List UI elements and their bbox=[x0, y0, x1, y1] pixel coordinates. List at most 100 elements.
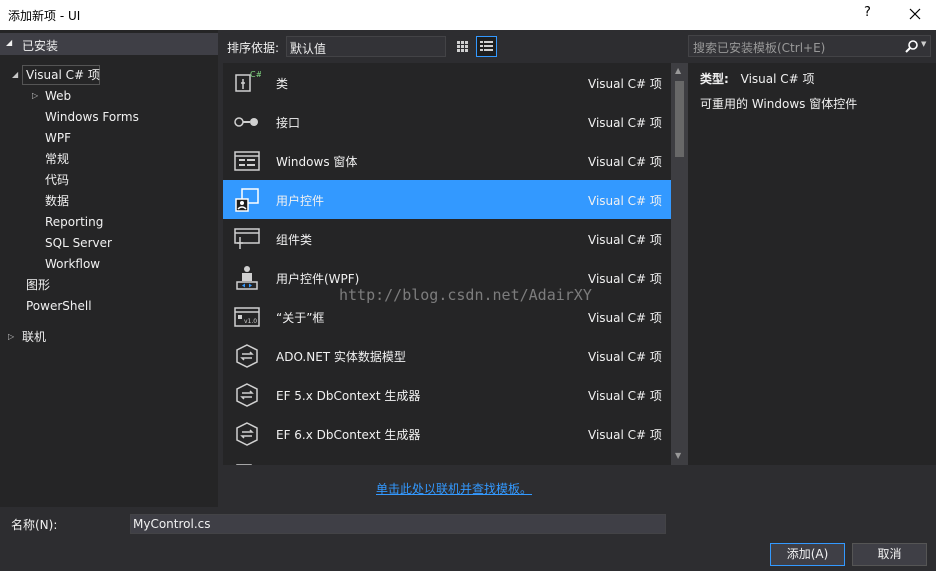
category-panel: ◢ 已安装 ◢ Visual C# 项 ▷ Web Windows Forms … bbox=[0, 30, 218, 507]
template-row-partial[interactable] bbox=[223, 453, 671, 465]
details-panel: 类型: Visual C# 项 可重用的 Windows 窗体控件 bbox=[688, 63, 936, 465]
template-row-windows-form[interactable]: Windows 窗体 Visual C# 项 bbox=[223, 141, 671, 180]
dropdown-arrow-icon: ▼ bbox=[290, 40, 297, 49]
tree-item-graphics[interactable]: 图形 bbox=[26, 275, 50, 295]
tree-item-general[interactable]: 常规 bbox=[45, 149, 69, 169]
tree-item-label: PowerShell bbox=[26, 299, 92, 313]
svg-text:v1.0: v1.0 bbox=[244, 318, 257, 325]
template-row-class[interactable]: C# 类 Visual C# 项 bbox=[223, 63, 671, 102]
template-name: 组件类 bbox=[276, 233, 313, 247]
tree-item-code[interactable]: 代码 bbox=[45, 170, 69, 190]
template-row-ef6-dbcontext[interactable]: EF 6.x DbContext 生成器 Visual C# 项 bbox=[223, 414, 671, 453]
sort-toolbar: 排序依据: 默认值 ▼ bbox=[222, 34, 670, 58]
type-line: 类型: Visual C# 项 bbox=[700, 70, 815, 87]
scroll-down-icon[interactable]: ▼ bbox=[675, 451, 681, 460]
template-row-ef5-dbcontext[interactable]: EF 5.x DbContext 生成器 Visual C# 项 bbox=[223, 375, 671, 414]
template-name: 用户控件 bbox=[276, 194, 325, 208]
template-row-user-control[interactable]: 用户控件 Visual C# 项 bbox=[223, 180, 671, 219]
search-box[interactable]: 搜索已安装模板(Ctrl+E) ▼ bbox=[688, 35, 931, 57]
title-bar: 添加新项 - UI ? bbox=[0, 0, 936, 30]
template-language: Visual C# 项 bbox=[588, 116, 662, 130]
sort-label: 排序依据: bbox=[227, 41, 280, 55]
small-icons-view-button[interactable] bbox=[452, 36, 473, 57]
template-name: “关于”框 bbox=[276, 311, 325, 325]
template-list: C# 类 Visual C# 项 接口 Visual C# 项 Windows … bbox=[223, 63, 671, 465]
template-name: ADO.NET 实体数据模型 bbox=[276, 350, 406, 364]
template-language: Visual C# 项 bbox=[588, 389, 662, 403]
tree-item-label: WPF bbox=[45, 131, 72, 145]
sort-dropdown[interactable]: 默认值 ▼ bbox=[286, 36, 446, 57]
watermark-text: http://blog.csdn.net/AdairXY bbox=[339, 286, 592, 304]
file-icon bbox=[236, 464, 252, 465]
tree-item-online[interactable]: ▷ 联机 bbox=[8, 327, 47, 347]
tree-item-windows-forms[interactable]: Windows Forms bbox=[45, 107, 139, 127]
template-row-interface[interactable]: 接口 Visual C# 项 bbox=[223, 102, 671, 141]
close-button[interactable] bbox=[904, 2, 926, 26]
name-field[interactable] bbox=[130, 514, 666, 534]
windows-form-icon bbox=[234, 151, 260, 171]
add-button[interactable]: 添加(A) bbox=[770, 543, 845, 566]
cancel-button[interactable]: 取消 bbox=[852, 543, 927, 566]
template-language: Visual C# 项 bbox=[588, 233, 662, 247]
interface-icon bbox=[234, 117, 258, 127]
tree-item-label: Workflow bbox=[45, 257, 101, 271]
template-name: EF 6.x DbContext 生成器 bbox=[276, 428, 421, 442]
tree-item-reporting[interactable]: Reporting bbox=[45, 212, 103, 232]
expanded-arrow-icon: ◢ bbox=[6, 38, 13, 47]
template-description: 可重用的 Windows 窗体控件 bbox=[700, 97, 858, 111]
tree-item-workflow[interactable]: Workflow bbox=[45, 254, 100, 274]
dbcontext-icon bbox=[236, 422, 258, 446]
grid-view-icon bbox=[457, 41, 468, 52]
tree-item-label: Windows Forms bbox=[45, 110, 139, 124]
scroll-up-icon[interactable]: ▲ bbox=[675, 66, 681, 75]
tree-item-powershell[interactable]: PowerShell bbox=[26, 296, 92, 316]
installed-label: 已安装 bbox=[22, 39, 59, 53]
user-control-icon bbox=[235, 188, 259, 212]
type-label: 类型: bbox=[700, 72, 729, 86]
tree-item-sql-server[interactable]: SQL Server bbox=[45, 233, 112, 253]
template-language: Visual C# 项 bbox=[588, 155, 662, 169]
template-language: Visual C# 项 bbox=[588, 311, 662, 325]
collapsed-arrow-icon[interactable]: ▷ bbox=[8, 327, 14, 347]
tree-item-visual-csharp[interactable]: ◢ Visual C# 项 bbox=[12, 65, 100, 85]
expanded-arrow-icon[interactable]: ◢ bbox=[12, 65, 18, 85]
template-row-entity-model[interactable]: ADO.NET 实体数据模型 Visual C# 项 bbox=[223, 336, 671, 375]
type-value: Visual C# 项 bbox=[740, 72, 815, 86]
tree-item-label: 图形 bbox=[26, 278, 51, 292]
search-icon[interactable] bbox=[905, 39, 919, 53]
tree-item-label: 数据 bbox=[45, 194, 70, 208]
template-language: Visual C# 项 bbox=[588, 272, 662, 286]
name-label: 名称(N): bbox=[11, 518, 58, 532]
help-button[interactable]: ? bbox=[864, 5, 871, 20]
window-title: 添加新项 - UI bbox=[8, 9, 81, 23]
template-language: Visual C# 项 bbox=[588, 428, 662, 442]
scrollbar-thumb[interactable] bbox=[675, 81, 684, 157]
template-name: EF 5.x DbContext 生成器 bbox=[276, 389, 421, 403]
template-name: 用户控件(WPF) bbox=[276, 272, 360, 286]
online-templates-link[interactable]: 单击此处以联机并查找模板。 bbox=[376, 480, 532, 497]
installed-section-header[interactable]: ◢ 已安装 bbox=[0, 33, 218, 55]
list-view-icon bbox=[480, 41, 493, 51]
template-name: Windows 窗体 bbox=[276, 155, 358, 169]
template-name: 接口 bbox=[276, 116, 301, 130]
template-name: 类 bbox=[276, 77, 289, 91]
search-placeholder: 搜索已安装模板(Ctrl+E) bbox=[693, 41, 826, 55]
tree-item-data[interactable]: 数据 bbox=[45, 191, 69, 211]
list-view-button[interactable] bbox=[476, 36, 497, 57]
tree-item-label: Web bbox=[45, 89, 72, 103]
tree-item-label: SQL Server bbox=[45, 236, 112, 250]
close-icon bbox=[909, 8, 921, 20]
svg-text:C#: C# bbox=[250, 70, 261, 79]
template-language: Visual C# 项 bbox=[588, 194, 662, 208]
tree-item-web[interactable]: ▷ Web bbox=[32, 86, 72, 106]
search-dropdown-icon[interactable]: ▼ bbox=[921, 40, 926, 48]
template-list-scrollbar[interactable]: ▲ ▼ bbox=[671, 63, 688, 465]
tree-item-wpf[interactable]: WPF bbox=[45, 128, 71, 148]
collapsed-arrow-icon[interactable]: ▷ bbox=[32, 86, 38, 106]
class-icon: C# bbox=[235, 70, 261, 92]
tree-item-label: 联机 bbox=[22, 330, 47, 344]
template-language: Visual C# 项 bbox=[588, 350, 662, 364]
tree-item-label: 代码 bbox=[45, 173, 70, 187]
tree-item-label: 常规 bbox=[45, 152, 70, 166]
template-row-component-class[interactable]: 组件类 Visual C# 项 bbox=[223, 219, 671, 258]
